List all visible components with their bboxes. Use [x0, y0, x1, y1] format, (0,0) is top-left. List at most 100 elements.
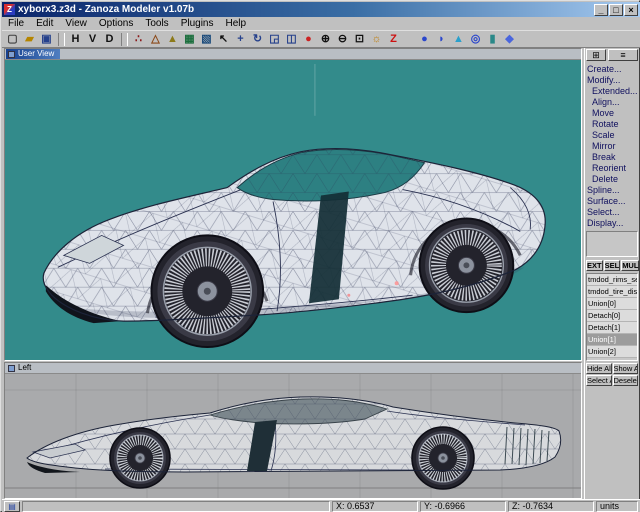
command-options-box[interactable] [586, 231, 638, 257]
new-file-icon[interactable]: ▢ [4, 32, 21, 47]
command-reorient[interactable]: Reorient [587, 163, 638, 174]
car-side-model [26, 396, 562, 490]
z-plugin-icon[interactable]: Z [385, 32, 402, 47]
maximize-button[interactable]: □ [609, 3, 623, 16]
edges-mode-icon[interactable]: △ [147, 32, 164, 47]
panel-grid-button[interactable]: ⊞ [586, 49, 606, 61]
open-folder-icon[interactable]: ▰ [21, 32, 38, 47]
scene-list-item[interactable]: Union[1] [587, 334, 637, 346]
select-arrow-icon[interactable]: ↖ [215, 32, 232, 47]
left-view-label: Left [18, 363, 32, 372]
create-sphere-icon[interactable]: ● [416, 32, 433, 47]
front-wheel [150, 234, 265, 349]
create-cone-icon[interactable]: ▲ [450, 32, 467, 47]
scale-icon[interactable]: ◲ [266, 32, 283, 47]
hide-all-button[interactable]: Hide All [586, 363, 612, 374]
selection-buttons: Select All Deselect [586, 375, 638, 386]
command-rotate[interactable]: Rotate [587, 119, 638, 130]
minimize-button[interactable]: _ [594, 3, 608, 16]
left-view-canvas[interactable] [5, 374, 581, 498]
pivot-marker-2 [347, 293, 351, 297]
command-scale[interactable]: Scale [587, 130, 638, 141]
scene-list-item[interactable]: tmdod_rims_set [587, 274, 637, 286]
zoom-out-icon[interactable]: ⊖ [334, 32, 351, 47]
command-extended[interactable]: Extended... [587, 86, 638, 97]
create-torus-icon[interactable]: ◎ [467, 32, 484, 47]
show-all-button[interactable]: Show All [612, 363, 638, 374]
viewport-icon [8, 50, 15, 58]
vertices-mode-icon[interactable]: ∴ [130, 32, 147, 47]
mirror-icon[interactable]: ◫ [283, 32, 300, 47]
ext-mode-button[interactable]: EXT [586, 260, 603, 271]
scene-list-item[interactable]: Union[2] [587, 346, 637, 358]
toggle-d-icon[interactable]: D [101, 32, 118, 47]
menu-file[interactable]: File [2, 18, 30, 29]
status-grid-button[interactable]: ▤ [4, 500, 20, 512]
right-command-panel: ⊞ ≡ Create... Modify... Extended... Alig… [584, 48, 640, 499]
mesh-mode-icon[interactable]: ▦ [181, 32, 198, 47]
viewport-left-view: Left [4, 362, 582, 499]
rear-wheel [418, 217, 515, 314]
scene-objects-list: tmdod_rims_set tmdod_tire_disc_set Union… [586, 273, 638, 361]
command-modify[interactable]: Modify... [587, 75, 638, 86]
zoom-extents-icon[interactable]: ⊡ [351, 32, 368, 47]
menu-tools[interactable]: Tools [139, 18, 174, 29]
command-surface[interactable]: Surface... [587, 196, 638, 207]
scene-list-item[interactable]: Detach[1] [587, 322, 637, 334]
title-bar: Z xyborx3.z3d - Zanoza Modeler v1.07b _ … [2, 2, 640, 17]
user-view-canvas[interactable] [5, 60, 581, 360]
delete-sphere-icon[interactable]: ● [300, 32, 317, 47]
faces-mode-icon[interactable]: ▲ [164, 32, 181, 47]
create-hemisphere-icon[interactable]: ◗ [433, 32, 450, 47]
create-prism-icon[interactable]: ◆ [501, 32, 518, 47]
pivot-marker [394, 281, 399, 286]
menu-options[interactable]: Options [93, 18, 139, 29]
command-list: Create... Modify... Extended... Align...… [587, 64, 638, 229]
scene-list-item[interactable]: Detach[0] [587, 310, 637, 322]
close-button[interactable]: × [624, 3, 638, 16]
menu-plugins[interactable]: Plugins [175, 18, 220, 29]
menu-help[interactable]: Help [220, 18, 253, 29]
save-icon[interactable]: ▣ [38, 32, 55, 47]
zoom-in-icon[interactable]: ⊕ [317, 32, 334, 47]
command-break[interactable]: Break [587, 152, 638, 163]
command-move[interactable]: Move [587, 108, 638, 119]
menu-view[interactable]: View [59, 18, 93, 29]
toggle-v-icon[interactable]: V [84, 32, 101, 47]
visibility-buttons: Hide All Show All [586, 363, 638, 374]
side-front-wheel [109, 427, 171, 489]
command-display[interactable]: Display... [587, 218, 638, 229]
selection-mode-buttons: EXT SEL MUL [586, 260, 640, 271]
scene-list-item[interactable]: Union[0] [587, 298, 637, 310]
sel-mode-button[interactable]: SEL [603, 260, 621, 271]
menu-edit[interactable]: Edit [30, 18, 59, 29]
move-icon[interactable]: + [232, 32, 249, 47]
user-view-caption[interactable]: User View [5, 49, 581, 60]
window-title: xyborx3.z3d - Zanoza Modeler v1.07b [18, 4, 195, 15]
light-icon[interactable]: ☼ [368, 32, 385, 47]
status-units: units [596, 500, 638, 512]
create-cylinder-icon[interactable]: ▮ [484, 32, 501, 47]
select-all-button[interactable]: Select All [586, 375, 612, 386]
deselect-button[interactable]: Deselect [612, 375, 638, 386]
status-y-coordinate: Y: -0.6966 [420, 500, 506, 512]
command-align[interactable]: Align... [587, 97, 638, 108]
user-view-chip: User View [6, 49, 61, 59]
command-create[interactable]: Create... [587, 64, 638, 75]
left-view-caption[interactable]: Left [5, 363, 581, 374]
panel-menu-button[interactable]: ≡ [608, 49, 638, 61]
scene-list-item[interactable]: tmdod_tire_disc_set [587, 286, 637, 298]
uv-mode-icon[interactable]: ▧ [198, 32, 215, 47]
rotate-icon[interactable]: ↻ [249, 32, 266, 47]
command-select[interactable]: Select... [587, 207, 638, 218]
command-spline[interactable]: Spline... [587, 185, 638, 196]
mul-mode-button[interactable]: MUL [621, 260, 640, 271]
command-delete[interactable]: Delete [587, 174, 638, 185]
viewport-user-view: User View [4, 48, 582, 361]
app-icon[interactable]: Z [4, 4, 15, 15]
status-bar: ▤ X: 0.6537 Y: -0.6966 Z: -0.7634 units [2, 499, 640, 512]
command-mirror[interactable]: Mirror [587, 141, 638, 152]
viewport-icon [8, 364, 15, 372]
status-x-coordinate: X: 0.6537 [332, 500, 418, 512]
toggle-h-icon[interactable]: H [67, 32, 84, 47]
